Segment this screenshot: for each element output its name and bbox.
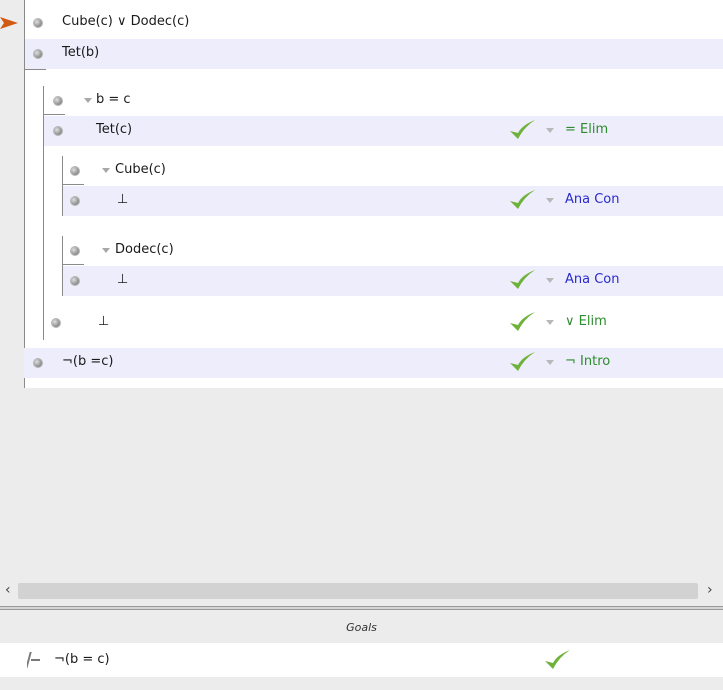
scrollbar-track[interactable] [18, 583, 698, 599]
step-bullet-icon[interactable] [71, 277, 79, 285]
check-icon [510, 312, 535, 331]
scroll-right-button[interactable]: › [707, 582, 713, 598]
proof-step-premise-1[interactable]: Cube(c) ∨ Dodec(c) [24, 8, 723, 38]
goals-header: Goals [346, 621, 377, 634]
scroll-left-button[interactable]: ‹ [5, 582, 11, 598]
collapse-triangle-icon[interactable] [102, 248, 110, 253]
goal-formula: ¬(b = c) [54, 652, 110, 667]
step-formula[interactable]: Cube(c) ∨ Dodec(c) [62, 14, 189, 29]
collapse-triangle-icon[interactable] [102, 168, 110, 173]
check-icon [545, 650, 570, 669]
goal-item[interactable]: ¬(b = c) [0, 643, 723, 677]
proof-step-bottom-case1[interactable]: ⊥ Ana Con [63, 186, 723, 216]
proof-step-conclusion[interactable]: ¬(b =c) ¬ Intro [24, 348, 723, 378]
rule-label[interactable]: ¬ Intro [565, 354, 610, 369]
main-proof-bar [24, 0, 25, 388]
collapse-triangle-icon[interactable] [84, 98, 92, 103]
step-bullet-icon[interactable] [34, 50, 42, 58]
step-formula[interactable]: ⊥ [117, 272, 128, 287]
turnstile-icon [27, 652, 40, 668]
step-formula[interactable]: Cube(c) [115, 162, 166, 177]
step-formula[interactable]: ⊥ [98, 314, 109, 329]
rule-menu-icon[interactable] [546, 278, 554, 283]
proof-step-tet-c[interactable]: Tet(c) = Elim [44, 116, 723, 146]
pane-divider[interactable] [0, 606, 723, 610]
step-formula[interactable]: ⊥ [117, 192, 128, 207]
step-formula[interactable]: Tet(b) [62, 45, 99, 60]
step-formula[interactable]: ¬(b =c) [62, 354, 113, 369]
check-icon [510, 352, 535, 371]
proof-step-assumption-b-eq-c[interactable]: b = c [44, 86, 723, 116]
focus-pointer-icon [0, 17, 18, 29]
step-bullet-icon[interactable] [52, 319, 60, 327]
rule-menu-icon[interactable] [546, 198, 554, 203]
step-bullet-icon[interactable] [71, 167, 79, 175]
rule-label[interactable]: = Elim [565, 122, 608, 137]
rule-label[interactable]: ∨ Elim [565, 314, 607, 329]
proof-area: Cube(c) ∨ Dodec(c) Tet(b) b = c Tet(c) =… [0, 0, 723, 580]
rule-menu-icon[interactable] [546, 320, 554, 325]
step-formula[interactable]: b = c [96, 92, 131, 107]
proof-step-assumption-cube-c[interactable]: Cube(c) [63, 156, 723, 186]
proof-step-bottom-vee-elim[interactable]: ⊥ ∨ Elim [44, 308, 723, 338]
rule-menu-icon[interactable] [546, 128, 554, 133]
step-bullet-icon[interactable] [34, 359, 42, 367]
step-formula[interactable]: Tet(c) [96, 122, 132, 137]
proof-step-premise-2[interactable]: Tet(b) [24, 39, 723, 69]
proof-panel: Cube(c) ∨ Dodec(c) Tet(b) b = c Tet(c) =… [24, 0, 723, 388]
proof-step-assumption-dodec-c[interactable]: Dodec(c) [63, 236, 723, 266]
horizontal-scrollbar[interactable]: ‹ › [0, 580, 723, 602]
check-icon [510, 270, 535, 289]
step-bullet-icon[interactable] [71, 247, 79, 255]
check-icon [510, 120, 535, 139]
rule-label[interactable]: Ana Con [565, 192, 620, 207]
step-bullet-icon[interactable] [34, 19, 42, 27]
premise-fitch-bar [24, 69, 46, 70]
step-bullet-icon[interactable] [54, 97, 62, 105]
step-formula[interactable]: Dodec(c) [115, 242, 174, 257]
rule-label[interactable]: Ana Con [565, 272, 620, 287]
rule-menu-icon[interactable] [546, 360, 554, 365]
proof-step-bottom-case2[interactable]: ⊥ Ana Con [63, 266, 723, 296]
step-bullet-icon[interactable] [54, 127, 62, 135]
step-bullet-icon[interactable] [71, 197, 79, 205]
check-icon [510, 190, 535, 209]
